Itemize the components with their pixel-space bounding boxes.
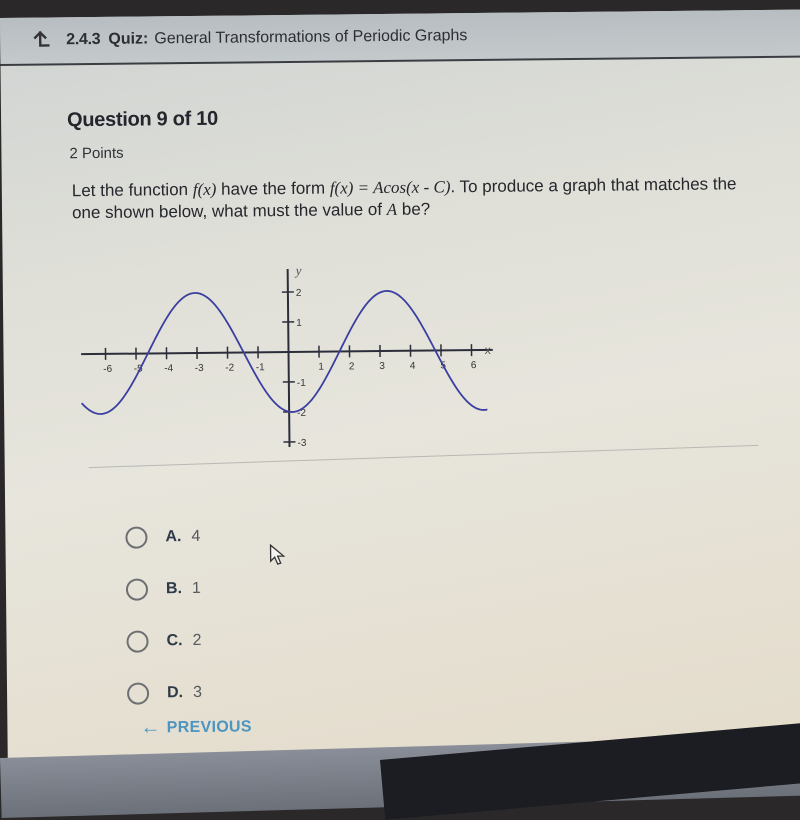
x-axis-label: x <box>485 343 491 357</box>
choice-letter: D. <box>167 684 183 702</box>
x-tick-label: 1 <box>318 362 324 373</box>
y-tick-label: -3 <box>297 438 306 449</box>
answer-choices: A. 4 B. 1 C. 2 D. 3 <box>125 511 202 720</box>
choice-d[interactable]: D. 3 <box>127 667 202 720</box>
choice-letter: C. <box>166 632 182 650</box>
x-tick-label: -6 <box>103 364 112 375</box>
choice-value: 3 <box>193 684 202 702</box>
choice-letter: B. <box>166 580 182 598</box>
x-tick-label: -2 <box>225 363 234 374</box>
previous-label: PREVIOUS <box>167 718 252 737</box>
radio-button[interactable] <box>127 682 149 704</box>
quiz-header-bar: 2.4.3 Quiz: General Transformations of P… <box>0 9 800 66</box>
quiz-screen: 2.4.3 Quiz: General Transformations of P… <box>0 9 800 758</box>
question-text-part: be? <box>397 200 430 219</box>
question-points: 2 Points <box>69 145 123 163</box>
cosine-graph: -6-5-4-3-2-1123456 21-1-2-3 x y <box>72 245 504 449</box>
choice-b[interactable]: B. 1 <box>126 563 201 616</box>
y-tick-label: 2 <box>296 288 302 299</box>
quiz-number: 2.4.3 <box>66 31 100 49</box>
question-title: Question 9 of 10 <box>67 108 218 133</box>
radio-button[interactable] <box>126 630 148 652</box>
choice-value: 2 <box>192 632 201 650</box>
x-tick-label: -4 <box>164 363 173 374</box>
function-formula: f(x) = Acos(x - C) <box>330 177 451 197</box>
x-tick-label: 6 <box>471 360 477 371</box>
x-tick-label: 2 <box>349 361 355 372</box>
previous-button[interactable]: ← PREVIOUS <box>140 715 252 739</box>
quiz-title: General Transformations of Periodic Grap… <box>154 27 467 48</box>
mouse-cursor-icon <box>268 543 290 567</box>
y-axis <box>288 269 290 449</box>
choice-value: 1 <box>192 580 201 598</box>
question-text-part: Let the function <box>72 180 193 200</box>
question-text-part: have the form <box>216 179 330 199</box>
choice-letter: A. <box>165 528 181 546</box>
question-text: Let the function f(x) have the form f(x)… <box>72 173 752 224</box>
y-tick-label: 1 <box>296 318 302 329</box>
radio-button[interactable] <box>126 578 148 600</box>
back-arrow-icon[interactable] <box>30 29 52 51</box>
choice-a[interactable]: A. 4 <box>125 511 200 564</box>
radio-button[interactable] <box>125 526 147 548</box>
x-tick-label: 3 <box>379 361 385 372</box>
y-tick-label: -1 <box>297 378 306 389</box>
x-tick-label: -3 <box>195 363 204 374</box>
x-tick-label: -1 <box>256 362 265 373</box>
y-axis-label: y <box>294 263 302 278</box>
x-tick-label: 4 <box>410 361 416 372</box>
function-notation: f(x) <box>193 180 217 199</box>
x-axis <box>81 350 493 354</box>
quiz-type-label: Quiz: <box>108 30 148 48</box>
choice-value: 4 <box>191 528 200 546</box>
choice-c[interactable]: C. 2 <box>126 615 201 668</box>
variable-a: A <box>387 200 398 219</box>
section-divider <box>89 445 759 468</box>
arrow-left-icon: ← <box>140 716 161 739</box>
